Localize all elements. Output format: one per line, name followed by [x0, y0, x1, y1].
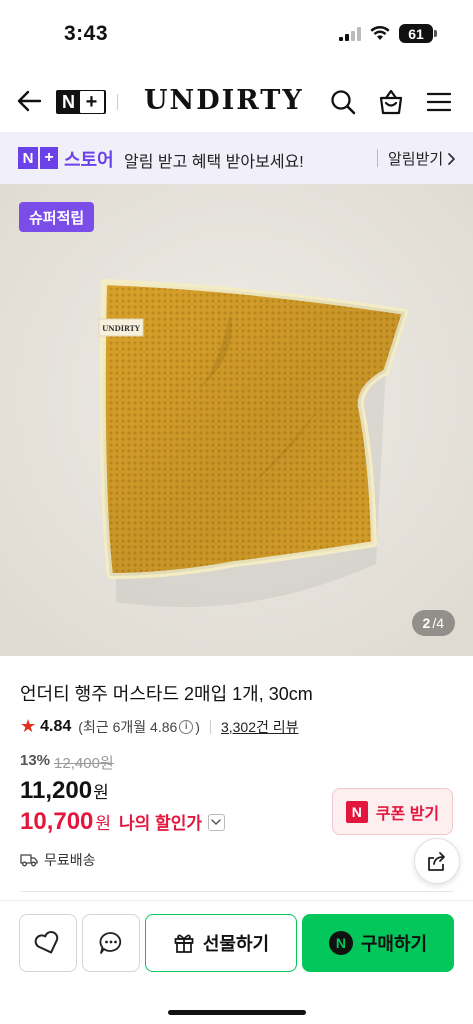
- image-counter: 2 /4: [411, 610, 455, 636]
- buy-button-label: 구매하기: [360, 934, 428, 954]
- notification-subscribe-button[interactable]: 알림받기: [388, 148, 456, 169]
- store-badge-plus: +: [38, 147, 58, 169]
- recent-rating[interactable]: (최근 6개월 4.86 i ): [78, 717, 200, 737]
- truck-icon: [20, 854, 38, 867]
- bottom-action-bar: 선물하기 N 구매하기: [0, 900, 473, 1024]
- brand-logo[interactable]: UNDIRTY: [144, 85, 304, 116]
- rating-value: 4.84: [40, 717, 72, 735]
- heart-icon: [34, 930, 59, 954]
- shipping-label: 무료배송: [44, 852, 96, 868]
- super-points-badge: 슈퍼적립: [19, 202, 95, 232]
- sale-price-unit: 원: [93, 783, 109, 802]
- back-arrow-icon[interactable]: [16, 88, 42, 114]
- share-button[interactable]: [414, 838, 460, 884]
- logo-plus: +: [79, 91, 104, 113]
- naver-pay-icon: N: [328, 931, 353, 955]
- my-price-unit: 원: [95, 814, 112, 833]
- image-counter-total: /4: [432, 615, 444, 631]
- star-icon: ★: [20, 716, 37, 736]
- original-price: 12,400원: [54, 755, 114, 772]
- discount-percent: 13%: [20, 752, 51, 769]
- gift-button-label: 선물하기: [202, 934, 270, 954]
- status-bar: 3:43 61: [0, 0, 473, 70]
- product-title: 언더티 행주 머스타드 2매입 1개, 30cm: [20, 684, 313, 704]
- menu-icon[interactable]: [425, 88, 453, 116]
- naver-n-icon: N: [345, 800, 368, 823]
- get-coupon-button[interactable]: N 쿠폰 받기: [332, 788, 453, 835]
- logo-n: N: [62, 91, 75, 112]
- search-icon[interactable]: [329, 88, 357, 116]
- share-icon: [428, 852, 445, 871]
- store-banner-divider: [377, 149, 378, 167]
- buy-button[interactable]: N 구매하기: [302, 914, 454, 972]
- store-badge-n: N: [18, 147, 38, 169]
- shipping-info: 무료배송: [20, 850, 96, 870]
- wifi-icon: [370, 26, 390, 40]
- notification-subscribe-label: 알림받기: [388, 151, 444, 168]
- product-photo: UNDIRTY: [0, 184, 473, 656]
- store-notification-banner: N + 스토어 알림 받고 혜택 받아보세요! 알림받기: [0, 132, 473, 184]
- image-counter-current: 2: [422, 615, 431, 631]
- app-header: N + UNDIRTY: [0, 72, 473, 132]
- gift-icon: [174, 934, 194, 953]
- product-image-carousel[interactable]: UNDIRTY 슈퍼적립 2 /4: [0, 184, 473, 656]
- talk-button[interactable]: [82, 914, 140, 972]
- rating-divider: [209, 719, 211, 734]
- sale-price: 11,200원: [20, 777, 109, 805]
- chevron-down-icon[interactable]: [207, 813, 225, 831]
- header-divider: [117, 94, 118, 110]
- wishlist-button[interactable]: [19, 914, 77, 972]
- status-time: 3:43: [64, 22, 109, 45]
- chat-icon: [99, 932, 122, 954]
- status-indicators: 61: [339, 24, 437, 43]
- store-message: 알림 받고 혜택 받아보세요!: [124, 154, 304, 171]
- home-indicator: [168, 1010, 306, 1015]
- section-divider: [20, 891, 453, 892]
- battery-icon: 61: [399, 24, 437, 43]
- info-icon[interactable]: i: [179, 719, 194, 734]
- coupon-button-label: 쿠폰 받기: [375, 805, 440, 823]
- signal-icon: [339, 26, 361, 41]
- chevron-right-icon: [448, 152, 456, 165]
- my-discount-price[interactable]: 10,700 원 나의 할인가: [20, 808, 225, 836]
- recent-rating-close: ): [195, 718, 200, 735]
- gift-button[interactable]: 선물하기: [145, 914, 297, 972]
- reviews-link[interactable]: 3,302건 리뷰: [221, 717, 299, 737]
- naver-plus-store-badge: N +: [18, 147, 58, 169]
- my-price-amount: 10,700: [20, 808, 94, 835]
- discount-row: 13% 12,400원: [20, 752, 114, 773]
- store-name: 스토어: [64, 150, 114, 170]
- shopping-bag-icon[interactable]: [377, 88, 405, 116]
- towel-label-text: UNDIRTY: [102, 324, 141, 333]
- recent-rating-text: (최근 6개월 4.86: [78, 718, 178, 735]
- naver-plus-logo[interactable]: N +: [56, 90, 106, 114]
- sale-price-amount: 11,200: [20, 777, 93, 804]
- rating-row: ★ 4.84 (최근 6개월 4.86 i ) 3,302건 리뷰: [20, 716, 299, 737]
- my-price-label: 나의 할인가: [119, 814, 202, 833]
